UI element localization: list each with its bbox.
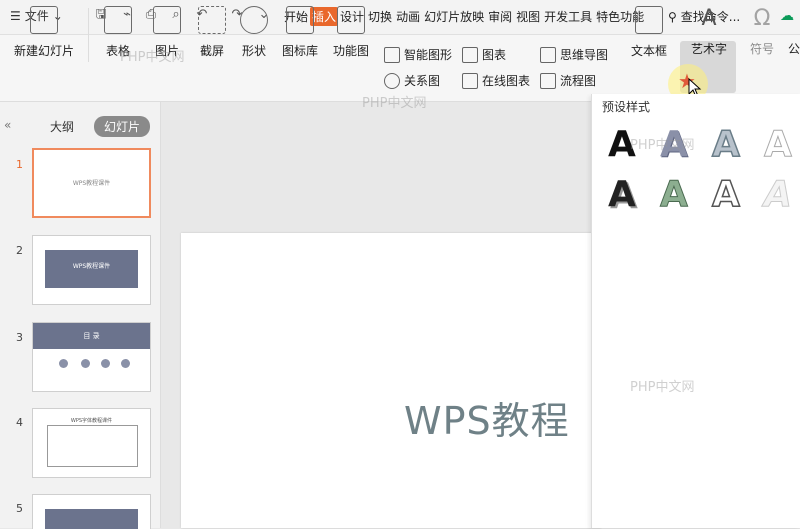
formula-button[interactable]: 公 — [788, 6, 800, 57]
chart-button[interactable]: 图表 — [462, 46, 506, 63]
screenshot-label: 截屏 — [199, 44, 224, 58]
relation-icon — [384, 72, 400, 89]
function-chart-button[interactable]: 功能图 — [328, 6, 374, 59]
art-text-label: 艺术字 — [690, 42, 727, 56]
online-chart-button[interactable]: 在线图表 — [462, 72, 530, 89]
panel-tabs: 大纲 幻灯片 — [40, 116, 151, 137]
flowchart-icon — [540, 72, 556, 89]
slide-thumb-banner — [45, 509, 138, 529]
function-chart-icon — [337, 6, 365, 34]
flowchart-button[interactable]: 流程图 — [540, 72, 596, 89]
chart-label: 图表 — [482, 48, 507, 62]
divider — [88, 8, 89, 62]
table-button[interactable]: 表格 — [98, 6, 138, 59]
slide-thumbnail-3[interactable]: 目 录 — [32, 322, 151, 392]
slide-number: 2 — [16, 244, 23, 257]
mindmap-label: 思维导图 — [560, 48, 609, 62]
shape-button[interactable]: 形状 — [234, 6, 274, 59]
art-style-5[interactable]: A — [608, 174, 636, 215]
slide-thumb-title: 目 录 — [83, 332, 100, 340]
art-text-button[interactable]: A 艺术字 — [684, 6, 734, 57]
symbol-label: 符号 — [749, 42, 774, 56]
slide-thumbnail-4[interactable]: WPS字体教程课件 — [32, 408, 151, 478]
online-chart-icon — [462, 72, 478, 89]
tab-slides[interactable]: 幻灯片 — [94, 116, 151, 137]
shape-icon — [240, 6, 268, 34]
screenshot-icon — [198, 6, 226, 34]
slide-number: 4 — [16, 416, 23, 429]
slide-thumbnail-1[interactable]: WPS教程课件 — [32, 148, 151, 218]
online-chart-label: 在线图表 — [482, 74, 531, 88]
dot — [59, 359, 68, 368]
dropdown-header: 预设样式 — [602, 100, 651, 114]
slide-thumb-banner: 目 录 — [33, 323, 150, 349]
slide-thumbnail-2[interactable]: WPS教程课件 — [32, 235, 151, 305]
textbox-button[interactable]: 文本框 — [626, 6, 672, 59]
collapse-panel-icon[interactable]: « — [4, 118, 11, 132]
slide-thumb-title: WPS字体教程课件 — [70, 418, 113, 424]
art-style-2[interactable]: A — [660, 124, 688, 165]
slide-thumb-textbox — [47, 425, 138, 467]
slide-thumb-banner: WPS教程课件 — [45, 250, 138, 288]
table-label: 表格 — [105, 44, 130, 58]
tab-developer[interactable]: 开发工具 — [542, 7, 594, 26]
relation-label: 关系图 — [404, 74, 441, 88]
slide-title[interactable]: WPS教程 — [404, 390, 570, 445]
slide-canvas[interactable] — [181, 233, 601, 528]
art-text-dropdown: 预设样式 A A A A A A A A — [591, 94, 800, 528]
slide-number: 3 — [16, 331, 23, 344]
slide-thumbnail-5[interactable] — [32, 494, 151, 529]
function-chart-label: 功能图 — [332, 44, 369, 58]
omega-icon: Ω — [753, 6, 771, 31]
art-style-7[interactable]: A — [711, 173, 740, 216]
relation-button[interactable]: 关系图 — [384, 72, 440, 89]
art-style-4[interactable]: A — [764, 124, 793, 166]
flowchart-label: 流程图 — [560, 74, 597, 88]
art-style-3[interactable]: A — [711, 123, 740, 166]
icon-library-icon — [286, 6, 314, 34]
dot — [81, 359, 90, 368]
tab-animation[interactable]: 动画 — [394, 7, 422, 26]
art-style-1[interactable]: A — [608, 124, 636, 165]
dot — [121, 359, 130, 368]
screenshot-button[interactable]: 截屏 — [190, 6, 234, 59]
smart-shape-icon — [384, 46, 400, 63]
textbox-icon — [635, 6, 663, 34]
picture-icon — [153, 6, 181, 34]
tab-outline[interactable]: 大纲 — [40, 116, 84, 137]
picture-label: 图片 — [154, 44, 179, 58]
mindmap-icon — [540, 46, 556, 63]
slide-number: 5 — [16, 502, 23, 515]
chart-icon — [462, 46, 478, 63]
dot — [101, 359, 110, 368]
slide-thumb-title: WPS教程课件 — [72, 180, 111, 187]
new-slide-icon — [30, 6, 58, 34]
icon-library-button[interactable]: 图标库 — [280, 6, 320, 59]
textbox-label: 文本框 — [630, 44, 667, 58]
formula-label: 公 — [788, 42, 800, 56]
tab-review[interactable]: 审阅 — [486, 7, 514, 26]
art-text-icon: A — [701, 6, 717, 31]
smart-shape-button[interactable]: 智能图形 — [384, 46, 452, 63]
tab-slideshow[interactable]: 幻灯片放映 — [422, 7, 486, 26]
symbol-button[interactable]: Ω 符号 — [742, 6, 782, 57]
new-slide-button[interactable]: 新建幻灯片 — [8, 6, 80, 59]
picture-button[interactable]: 图片 — [145, 6, 189, 59]
shape-label: 形状 — [241, 44, 266, 58]
slide-number: 1 — [16, 158, 23, 171]
art-style-8[interactable]: A — [764, 174, 793, 216]
icon-library-label: 图标库 — [281, 44, 318, 58]
art-style-6[interactable]: A — [660, 174, 689, 216]
new-slide-label: 新建幻灯片 — [13, 44, 74, 58]
smart-shape-label: 智能图形 — [404, 48, 453, 62]
slide-thumb-title: WPS教程课件 — [72, 263, 111, 270]
formula-icon — [788, 6, 800, 32]
tab-view[interactable]: 视图 — [514, 7, 542, 26]
mindmap-button[interactable]: 思维导图 — [540, 46, 608, 63]
table-icon — [104, 6, 132, 34]
